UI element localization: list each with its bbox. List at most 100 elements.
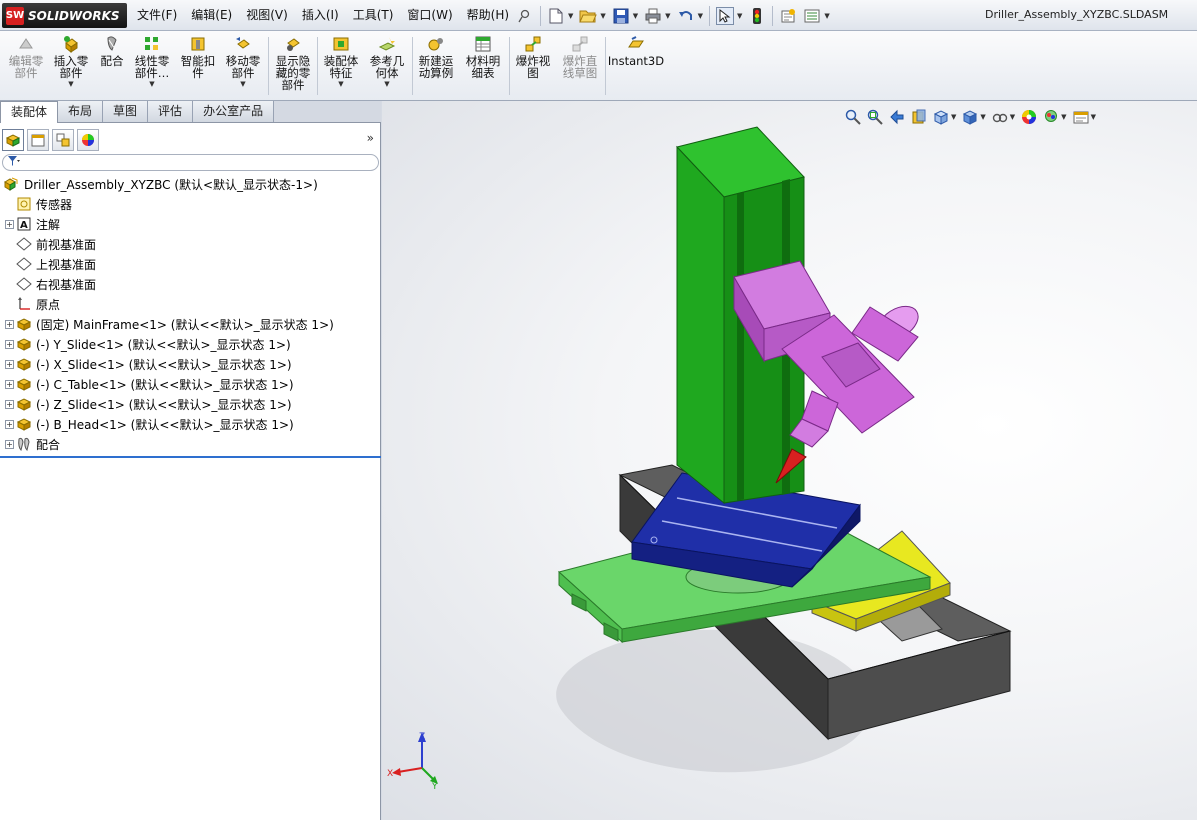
show-hidden-icon bbox=[284, 35, 302, 53]
exploded-view-button[interactable]: 爆炸视 图 bbox=[512, 35, 554, 79]
tab-assembly[interactable]: 装配体 bbox=[0, 101, 59, 123]
move-component-dropdown-icon[interactable]: ▼ bbox=[240, 80, 245, 88]
reference-geometry-dropdown-icon[interactable]: ▼ bbox=[384, 80, 389, 88]
mate-label: 配合 bbox=[100, 54, 124, 68]
options-icon[interactable] bbox=[779, 7, 797, 25]
menu-window[interactable]: 窗口(W) bbox=[400, 0, 459, 31]
menu-tools[interactable]: 工具(T) bbox=[346, 0, 401, 31]
smart-fasteners-button[interactable]: 智能扣 件 bbox=[177, 35, 219, 79]
rebuild-icon[interactable] bbox=[748, 7, 766, 25]
tree-node[interactable]: + (-) Z_Slide<1> (默认<<默认>_显示状态 1>) bbox=[0, 394, 381, 414]
solidworks-logo[interactable]: SW SOLIDWORKS bbox=[2, 3, 127, 28]
tree-expand-icon[interactable]: + bbox=[5, 219, 14, 229]
propertymanager-icon[interactable] bbox=[27, 129, 49, 151]
quick-access-toolbar: ▼ ▼ ▼ ▼ ▼ ▼ ▼ bbox=[540, 3, 830, 28]
insert-components-button[interactable]: 插入零 部件 ▼ bbox=[50, 35, 92, 88]
logo-text: SOLIDWORKS bbox=[28, 8, 120, 23]
insert-components-dropdown-icon[interactable]: ▼ bbox=[68, 80, 73, 88]
filter-icon[interactable] bbox=[7, 155, 21, 170]
tree-expand-icon[interactable]: + bbox=[5, 359, 14, 369]
print-icon[interactable] bbox=[644, 7, 662, 25]
instant3d-label: Instant3D bbox=[607, 54, 665, 68]
tree-expand-icon[interactable]: + bbox=[5, 319, 14, 329]
part-icon bbox=[16, 376, 32, 392]
window-title: Driller_Assembly_XYZBC.SLDASM bbox=[985, 8, 1169, 21]
edit-component-button[interactable]: 编辑零 部件 bbox=[6, 35, 46, 79]
customize-dropdown-icon[interactable]: ▼ bbox=[824, 12, 829, 20]
assembly-features-dropdown-icon[interactable]: ▼ bbox=[338, 80, 343, 88]
tree-expand-icon[interactable]: + bbox=[5, 379, 14, 389]
tree-node-label: 原点 bbox=[36, 297, 61, 312]
select-dropdown-icon[interactable]: ▼ bbox=[737, 12, 742, 20]
tree-expand-icon[interactable]: + bbox=[5, 439, 14, 449]
tab-layout[interactable]: 布局 bbox=[58, 101, 104, 122]
tree-node[interactable]: + (-) B_Head<1> (默认<<默认>_显示状态 1>) bbox=[0, 414, 381, 434]
configurationmanager-icon[interactable] bbox=[52, 129, 74, 151]
open-dropdown-icon[interactable]: ▼ bbox=[600, 12, 605, 20]
tree-node[interactable]: 传感器 bbox=[0, 194, 381, 214]
menu-file[interactable]: 文件(F) bbox=[130, 0, 184, 31]
tree-node[interactable]: 上视基准面 bbox=[0, 254, 381, 274]
new-icon[interactable] bbox=[547, 7, 565, 25]
assembly-icon bbox=[4, 176, 20, 192]
command-manager: 编辑零 部件 插入零 部件 ▼ 配合 线性零 部件… ▼ 智能扣 件 移动零 部… bbox=[0, 31, 1197, 101]
show-hidden-components-button[interactable]: 显示隐 藏的零 部件 bbox=[272, 35, 314, 91]
displaymanager-icon[interactable] bbox=[77, 129, 99, 151]
triad-y-label: Y bbox=[431, 782, 438, 790]
move-component-label: 移动零 部件 bbox=[225, 54, 261, 80]
pin-icon[interactable] bbox=[516, 7, 534, 25]
select-icon[interactable] bbox=[715, 6, 734, 25]
assembly-features-button[interactable]: 装配体 特征 ▼ bbox=[320, 35, 362, 88]
featuremanager-icon[interactable] bbox=[2, 129, 24, 151]
save-icon[interactable] bbox=[612, 7, 630, 25]
linear-pattern-button[interactable]: 线性零 部件… ▼ bbox=[131, 35, 173, 88]
smart-fasteners-label: 智能扣 件 bbox=[180, 54, 216, 80]
tree-node[interactable]: 前视基准面 bbox=[0, 234, 381, 254]
tree-expand-icon[interactable]: + bbox=[5, 399, 14, 409]
tree-node[interactable]: + (-) C_Table<1> (默认<<默认>_显示状态 1>) bbox=[0, 374, 381, 394]
instant3d-button[interactable]: Instant3D bbox=[607, 35, 665, 68]
exploded-view-icon bbox=[524, 35, 542, 53]
tree-node-label: (-) C_Table<1> (默认<<默认>_显示状态 1>) bbox=[36, 377, 294, 392]
tree-node[interactable]: + (-) Y_Slide<1> (默认<<默认>_显示状态 1>) bbox=[0, 334, 381, 354]
new-dropdown-icon[interactable]: ▼ bbox=[568, 12, 573, 20]
tree-node[interactable]: + 配合 bbox=[0, 434, 381, 454]
save-dropdown-icon[interactable]: ▼ bbox=[633, 12, 638, 20]
instant3d-icon bbox=[627, 35, 645, 53]
menu-help[interactable]: 帮助(H) bbox=[460, 0, 516, 31]
new-motion-study-button[interactable]: 新建运 动算例 bbox=[415, 35, 457, 79]
undo-icon[interactable] bbox=[677, 7, 695, 25]
separator bbox=[317, 37, 318, 95]
assembly-features-label: 装配体 特征 bbox=[323, 54, 359, 80]
tree-node[interactable]: + A 注解 bbox=[0, 214, 381, 234]
undo-dropdown-icon[interactable]: ▼ bbox=[698, 12, 703, 20]
tree-node[interactable]: 原点 bbox=[0, 294, 381, 314]
print-dropdown-icon[interactable]: ▼ bbox=[665, 12, 670, 20]
tree-node[interactable]: + (固定) MainFrame<1> (默认<<默认>_显示状态 1>) bbox=[0, 314, 381, 334]
reference-geometry-button[interactable]: 参考几 何体 ▼ bbox=[366, 35, 408, 88]
mate-button[interactable]: 配合 bbox=[96, 35, 128, 67]
customize-icon[interactable] bbox=[803, 7, 821, 25]
menu-view[interactable]: 视图(V) bbox=[239, 0, 295, 31]
explode-line-sketch-button[interactable]: 爆炸直 线草图 bbox=[558, 35, 602, 79]
tree-node[interactable]: 右视基准面 bbox=[0, 274, 381, 294]
separator bbox=[412, 37, 413, 95]
tab-office-products[interactable]: 办公室产品 bbox=[193, 101, 275, 122]
panel-expand-chevron-icon[interactable]: » bbox=[367, 131, 374, 145]
menu-insert[interactable]: 插入(I) bbox=[295, 0, 346, 31]
feature-tree-filter[interactable] bbox=[2, 154, 379, 171]
tab-sketch[interactable]: 草图 bbox=[103, 101, 149, 122]
tree-node[interactable]: + (-) X_Slide<1> (默认<<默认>_显示状态 1>) bbox=[0, 354, 381, 374]
assembly-model[interactable] bbox=[382, 101, 1197, 820]
tree-expand-icon[interactable]: + bbox=[5, 419, 14, 429]
rollback-bar[interactable] bbox=[0, 456, 381, 458]
open-icon[interactable] bbox=[579, 7, 598, 25]
menu-edit[interactable]: 编辑(E) bbox=[184, 0, 239, 31]
bill-of-materials-button[interactable]: 材料明 细表 bbox=[462, 35, 504, 79]
tree-expand-icon[interactable]: + bbox=[5, 339, 14, 349]
tab-evaluate[interactable]: 评估 bbox=[148, 101, 194, 122]
title-bar: SW SOLIDWORKS 文件(F) 编辑(E) 视图(V) 插入(I) 工具… bbox=[0, 0, 1197, 31]
tree-root-assembly[interactable]: Driller_Assembly_XYZBC (默认<默认_显示状态-1>) bbox=[0, 174, 381, 194]
linear-pattern-dropdown-icon[interactable]: ▼ bbox=[149, 80, 154, 88]
move-component-button[interactable]: 移动零 部件 ▼ bbox=[222, 35, 264, 88]
